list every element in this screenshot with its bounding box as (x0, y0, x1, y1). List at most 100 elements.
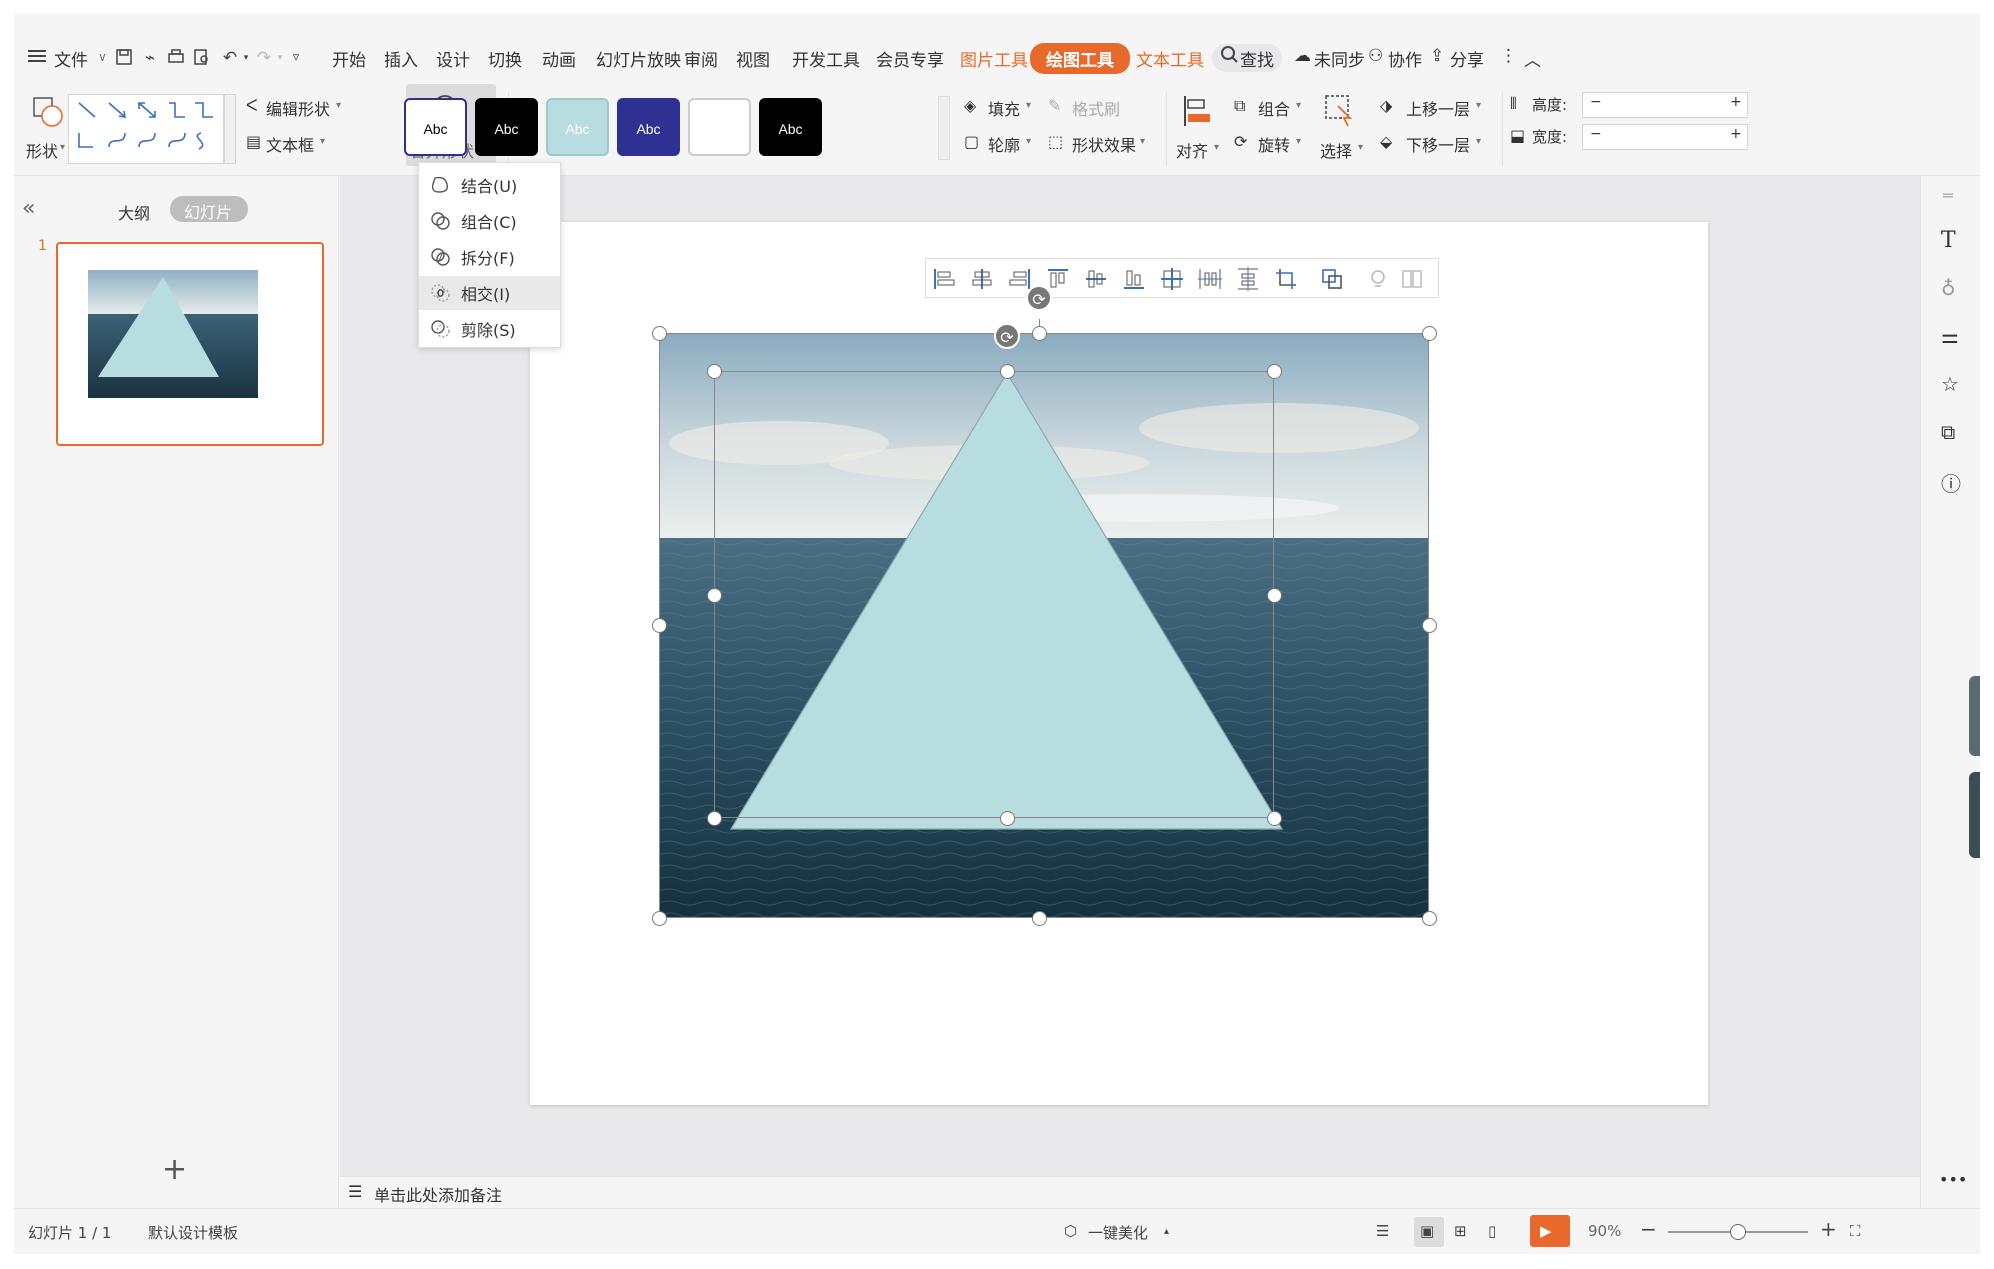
width-input[interactable] (1582, 124, 1748, 150)
height-increase-button[interactable]: + (1730, 94, 1742, 110)
beautify-caret-icon[interactable]: ▴ (1164, 1226, 1169, 1237)
shape-style-sample[interactable]: Abc (759, 98, 822, 156)
group-dropdown-icon[interactable]: ▾ (1296, 100, 1301, 111)
share-icon[interactable]: ⇪ (1430, 46, 1444, 66)
rotate-dropdown-icon[interactable]: ▾ (1296, 136, 1301, 147)
template-name[interactable]: 默认设计模板 (148, 1222, 238, 1243)
select-icon[interactable] (1324, 94, 1354, 128)
align-center-both-icon[interactable] (1160, 267, 1184, 291)
align-icon[interactable] (1182, 94, 1212, 128)
shape-style-sample[interactable] (688, 98, 751, 156)
help-icon[interactable]: ⓘ (1941, 468, 1961, 497)
resize-handle[interactable] (652, 911, 667, 926)
shape-effect-icon[interactable]: ⬚ (1048, 132, 1063, 151)
resize-handle[interactable] (1032, 911, 1047, 926)
tab-0[interactable]: 开始 (332, 46, 366, 71)
combine-shapes-icon[interactable] (1320, 267, 1344, 291)
shape-effect-button[interactable]: 形状效果 (1072, 132, 1136, 156)
side-tab-widget[interactable] (1969, 676, 1980, 756)
rotate-handle-icon[interactable]: ⟳ (1026, 285, 1052, 311)
merge-menu-item[interactable]: 拆分(F) (419, 240, 560, 274)
fill-dropdown-icon[interactable]: ▾ (1026, 100, 1031, 111)
shape-gallery[interactable] (68, 94, 224, 164)
zoom-in-button[interactable]: + (1820, 1217, 1837, 1241)
share-label[interactable]: 分享 (1450, 46, 1484, 71)
bring-forward-icon[interactable]: ⬗ (1380, 96, 1392, 115)
more-tools-icon[interactable]: ••• (1939, 1170, 1967, 1189)
format-painter-quick-icon[interactable]: ⌁ (140, 48, 160, 68)
idea-bulb-icon[interactable]: ♁ (1941, 276, 1956, 300)
tab-8[interactable]: 开发工具 (792, 46, 860, 71)
resize-handle[interactable] (1032, 326, 1047, 341)
bring-forward-button[interactable]: 上移一层 (1406, 96, 1470, 120)
tab-text-tools[interactable]: 文本工具 (1136, 46, 1204, 71)
merge-menu-item[interactable]: 剪除(S) (419, 312, 560, 346)
resize-handle[interactable] (707, 588, 722, 603)
align-dropdown-icon[interactable]: ▾ (1214, 142, 1219, 153)
align-button[interactable]: 对齐 (1176, 138, 1208, 162)
hamburger-menu-icon[interactable] (28, 48, 46, 64)
distribute-horizontal-icon[interactable] (1198, 267, 1222, 291)
resize-handle[interactable] (1000, 811, 1015, 826)
group-button[interactable]: 组合 (1258, 96, 1290, 120)
beautify-button[interactable]: 一键美化 (1088, 1222, 1148, 1243)
collapse-pane-icon[interactable]: « (22, 196, 35, 221)
edit-shape-button[interactable]: 编辑形状 (266, 96, 330, 120)
edit-shape-icon[interactable]: ᐸ (246, 96, 258, 115)
shape-icon[interactable] (32, 96, 64, 128)
align-left-icon[interactable] (932, 267, 956, 291)
shape-label[interactable]: 形状 (26, 138, 58, 162)
animation-star-icon[interactable]: ☆ (1941, 372, 1959, 396)
resize-handle[interactable] (707, 364, 722, 379)
outline-button[interactable]: 轮廓 (988, 132, 1020, 156)
undo-dropdown-icon[interactable]: ▾ (236, 48, 256, 68)
resize-handle[interactable] (707, 811, 722, 826)
shape-style-sample[interactable]: Abc (475, 98, 538, 156)
align-right-icon[interactable] (1008, 267, 1032, 291)
fill-icon[interactable]: ◈ (964, 96, 976, 115)
shape-style-sample[interactable]: Abc (546, 98, 609, 156)
shape-style-sample[interactable]: Abc (404, 98, 467, 156)
send-backward-button[interactable]: 下移一层 (1406, 132, 1470, 156)
notes-bar[interactable] (340, 1176, 1920, 1208)
merge-menu-item[interactable]: 组合(C) (419, 204, 560, 238)
reading-view-icon[interactable]: ▯ (1488, 1222, 1496, 1240)
save-icon[interactable] (114, 48, 134, 68)
collaborate-label[interactable]: 协作 (1388, 46, 1422, 71)
settings-slider-icon[interactable]: ⚌ (1941, 324, 1959, 348)
resize-handle[interactable] (1267, 364, 1282, 379)
add-slide-button[interactable]: + (162, 1152, 187, 1187)
tab-3[interactable]: 切换 (488, 46, 522, 71)
rotate-handle-icon[interactable]: ⟳ (994, 323, 1020, 349)
cloud-sync-icon[interactable]: ☁ (1294, 46, 1311, 66)
resize-handle[interactable] (1267, 811, 1282, 826)
edit-shape-dropdown-icon[interactable]: ▾ (336, 100, 341, 111)
tab-7[interactable]: 视图 (736, 46, 770, 71)
select-button[interactable]: 选择 (1320, 138, 1352, 162)
textbox-icon[interactable]: ▤ (246, 132, 261, 151)
resize-handle[interactable] (652, 618, 667, 633)
print-preview-icon[interactable] (192, 48, 212, 68)
align-middle-icon[interactable] (1084, 267, 1108, 291)
outline-tab[interactable]: 大纲 (118, 200, 150, 224)
resize-handle[interactable] (1000, 364, 1015, 379)
sync-status[interactable]: 未同步 (1314, 46, 1365, 71)
beautify-icon[interactable]: ⬡ (1064, 1222, 1077, 1240)
shape-effect-dropdown-icon[interactable]: ▾ (1140, 136, 1145, 147)
tab-9[interactable]: 会员专享 (876, 46, 944, 71)
rotate-icon[interactable]: ⟳ (1234, 132, 1247, 151)
resize-handle[interactable] (1422, 618, 1437, 633)
send-backward-dropdown-icon[interactable]: ▾ (1476, 136, 1481, 147)
tab-picture-tools[interactable]: 图片工具 (960, 46, 1028, 71)
tab-5[interactable]: 幻灯片放映 (596, 46, 681, 71)
bring-forward-dropdown-icon[interactable]: ▾ (1476, 100, 1481, 111)
select-dropdown-icon[interactable]: ▾ (1358, 142, 1363, 153)
customize-toolbar-icon[interactable]: ▿ (286, 48, 306, 68)
collaborate-icon[interactable]: ⚇ (1368, 46, 1383, 66)
pane-handle-icon[interactable]: ═ (1943, 186, 1953, 205)
slide-sorter-icon[interactable]: ⊞ (1454, 1222, 1467, 1240)
resize-handle[interactable] (1422, 911, 1437, 926)
outline-icon[interactable]: ▢ (964, 132, 979, 151)
crop-icon[interactable] (1274, 267, 1298, 291)
rotate-button[interactable]: 旋转 (1258, 132, 1290, 156)
